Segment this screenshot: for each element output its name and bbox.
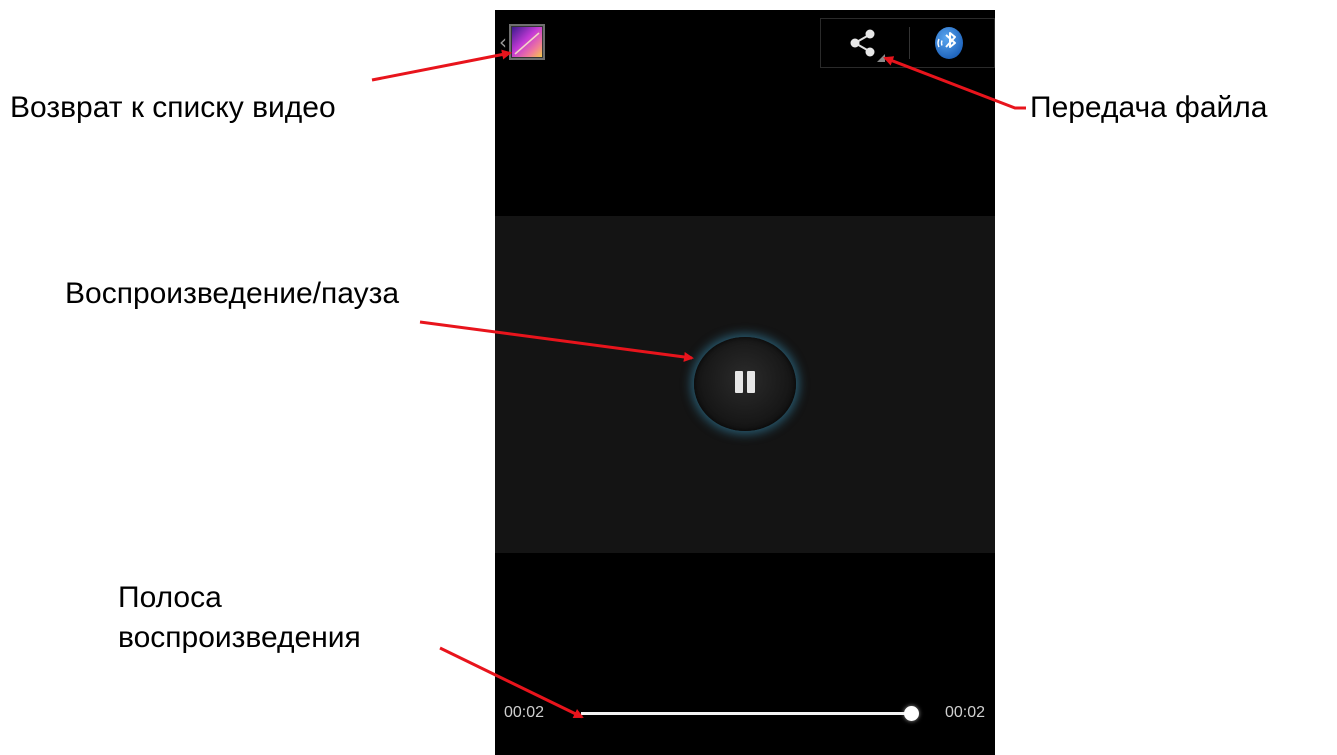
gallery-icon [509, 24, 545, 60]
annotation-back: Возврат к списку видео [10, 91, 336, 124]
back-to-video-list-button[interactable]: ‹ [499, 22, 545, 62]
total-time: 00:02 [944, 704, 985, 721]
share-icon [850, 29, 885, 62]
pause-bar-left [735, 370, 743, 393]
page: ‹ 00:02 00:02 Возврат к списку видео Пер… [0, 0, 1337, 755]
progress-track[interactable] [581, 706, 919, 721]
progress-fill [581, 712, 911, 715]
annotation-progress-line2: воспроизведения [118, 621, 361, 654]
pause-bar-right [747, 370, 755, 393]
bluetooth-icon [935, 27, 963, 59]
share-button[interactable] [843, 24, 887, 62]
annotation-play-pause: Воспроизведение/пауза [65, 277, 400, 310]
current-time: 00:02 [504, 704, 545, 721]
chevron-left-icon: ‹ [499, 30, 507, 54]
pause-icon [733, 370, 757, 398]
bluetooth-button[interactable] [931, 25, 967, 61]
video-player-screen: ‹ 00:02 00:02 [495, 10, 995, 755]
progress-thumb[interactable] [904, 706, 919, 721]
play-pause-button[interactable] [694, 337, 796, 431]
annotation-progress-line1: Полоса [118, 581, 222, 614]
playback-progress-bar: 00:02 00:02 [495, 698, 995, 728]
action-bar [820, 18, 995, 68]
action-divider [909, 27, 910, 59]
annotation-share: Передача файла [1030, 91, 1268, 124]
arrow-back [371, 49, 512, 82]
